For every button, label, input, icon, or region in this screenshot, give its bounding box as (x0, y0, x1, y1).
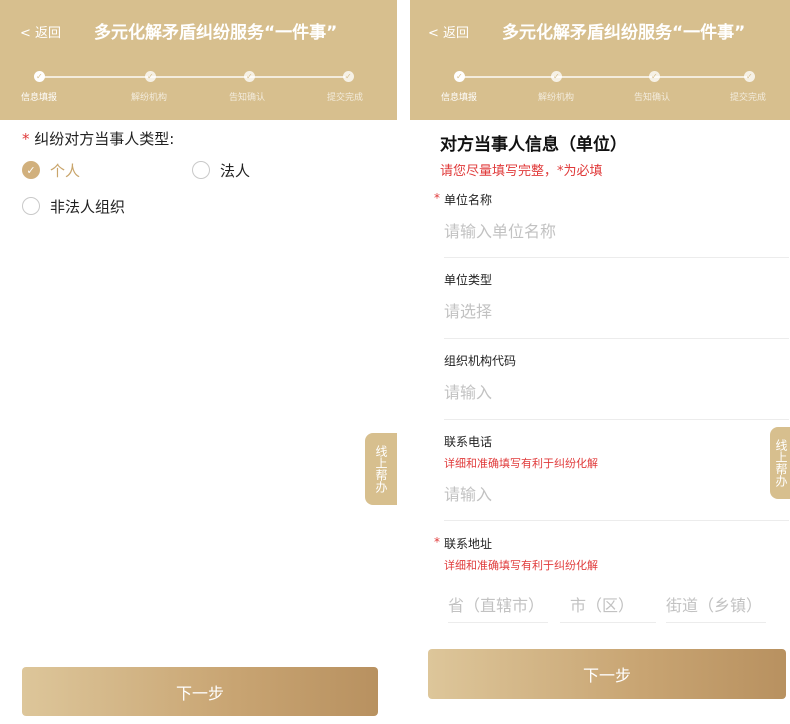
field-label-text: 联系地址 (444, 537, 493, 551)
divider (444, 257, 789, 258)
check-icon: ✓ (746, 72, 753, 81)
next-button[interactable]: 下一步 (22, 667, 378, 716)
divider (560, 622, 656, 623)
address-hint: 详细和准确填写有利于纠纷化解 (444, 559, 598, 572)
unit-name-input[interactable]: 请输入单位名称 (444, 218, 784, 242)
field-label-org-code: 组织机构代码 (444, 354, 517, 368)
step-label-info: 信息填报 (21, 93, 58, 103)
page-title: 多元化解矛盾纠纷服务“一件事” (502, 23, 746, 43)
step-label-submit: 提交完成 (730, 93, 767, 103)
party-type-label: * 纠纷对方当事人类型: (22, 128, 174, 149)
online-help-tab[interactable]: 线上帮办 (770, 427, 790, 499)
unit-type-select[interactable]: 请选择 (444, 298, 784, 322)
step-dot-3: ✓ (244, 71, 255, 82)
city-select[interactable]: 市（区） (570, 592, 634, 616)
step-label-confirm: 告知确认 (229, 93, 266, 103)
field-label-phone: 联系电话 (444, 435, 493, 449)
required-mark: * (434, 535, 440, 549)
progress-track (460, 76, 750, 78)
radio-legal-person-label: 法人 (220, 161, 251, 180)
step-dot-4: ✓ (343, 71, 354, 82)
section-tip: 请您尽量填写完整，*为必填 (440, 164, 603, 179)
header-bar: < 返回 多元化解矛盾纠纷服务“一件事” ✓ ✓ ✓ ✓ 信息填报 解纷机构 告… (410, 0, 790, 120)
left-screen: < 返回 多元化解矛盾纠纷服务“一件事” ✓ ✓ ✓ ✓ 信息填报 解纷机构 告… (0, 0, 397, 724)
radio-unincorporated-org[interactable]: 非法人组织 (22, 194, 125, 218)
header-bar: < 返回 多元化解矛盾纠纷服务“一件事” ✓ ✓ ✓ ✓ 信息填报 解纷机构 告… (0, 0, 397, 120)
step-label-agency: 解纷机构 (131, 93, 168, 103)
radio-unincorporated-org-label: 非法人组织 (50, 197, 126, 216)
phone-hint: 详细和准确填写有利于纠纷化解 (444, 457, 598, 470)
step-label-submit: 提交完成 (327, 93, 364, 103)
right-screen: < 返回 多元化解矛盾纠纷服务“一件事” ✓ ✓ ✓ ✓ 信息填报 解纷机构 告… (410, 0, 790, 724)
online-help-tab[interactable]: 线上帮办 (365, 433, 397, 505)
radio-legal-person[interactable]: 法人 (192, 158, 250, 182)
page-title: 多元化解矛盾纠纷服务“一件事” (94, 23, 338, 43)
step-label-agency: 解纷机构 (538, 93, 575, 103)
step-dot-2: ✓ (145, 71, 156, 82)
check-icon: ✓ (345, 72, 352, 81)
back-button[interactable]: < 返回 (20, 22, 61, 41)
field-label-address: * 联系地址 (434, 535, 493, 552)
check-icon: ✓ (456, 72, 463, 81)
progress-track (40, 76, 345, 78)
radio-individual[interactable]: ✓ 个人 (22, 158, 80, 182)
field-label-unit-type: 单位类型 (444, 273, 493, 287)
next-button[interactable]: 下一步 (428, 649, 786, 699)
section-title: 对方当事人信息（单位） (440, 135, 627, 155)
required-mark: * (22, 130, 30, 148)
check-icon: ✓ (553, 72, 560, 81)
step-dot-3: ✓ (649, 71, 660, 82)
radio-unchecked-icon (22, 197, 40, 215)
radio-individual-label: 个人 (50, 161, 81, 180)
org-code-input[interactable]: 请输入 (444, 379, 784, 403)
field-label-text: 单位名称 (444, 193, 493, 207)
divider (444, 419, 789, 420)
check-icon: ✓ (246, 72, 253, 81)
divider (448, 622, 548, 623)
check-icon: ✓ (147, 72, 154, 81)
province-select[interactable]: 省（直辖市） (448, 592, 544, 616)
step-dot-4: ✓ (744, 71, 755, 82)
check-icon: ✓ (651, 72, 658, 81)
required-mark: * (434, 191, 440, 205)
party-type-text: 纠纷对方当事人类型: (34, 130, 175, 148)
step-label-confirm: 告知确认 (634, 93, 671, 103)
phone-input[interactable]: 请输入 (444, 481, 784, 505)
step-dot-1: ✓ (34, 71, 45, 82)
divider (444, 520, 789, 521)
field-label-unit-name: * 单位名称 (434, 191, 493, 208)
step-dot-1: ✓ (454, 71, 465, 82)
step-dot-2: ✓ (551, 71, 562, 82)
back-button[interactable]: < 返回 (428, 22, 469, 41)
divider (666, 622, 766, 623)
radio-checked-icon: ✓ (22, 161, 40, 179)
check-icon: ✓ (36, 72, 43, 81)
step-label-info: 信息填报 (441, 93, 478, 103)
radio-unchecked-icon (192, 161, 210, 179)
divider (444, 338, 789, 339)
street-select[interactable]: 街道（乡镇） (666, 592, 762, 616)
